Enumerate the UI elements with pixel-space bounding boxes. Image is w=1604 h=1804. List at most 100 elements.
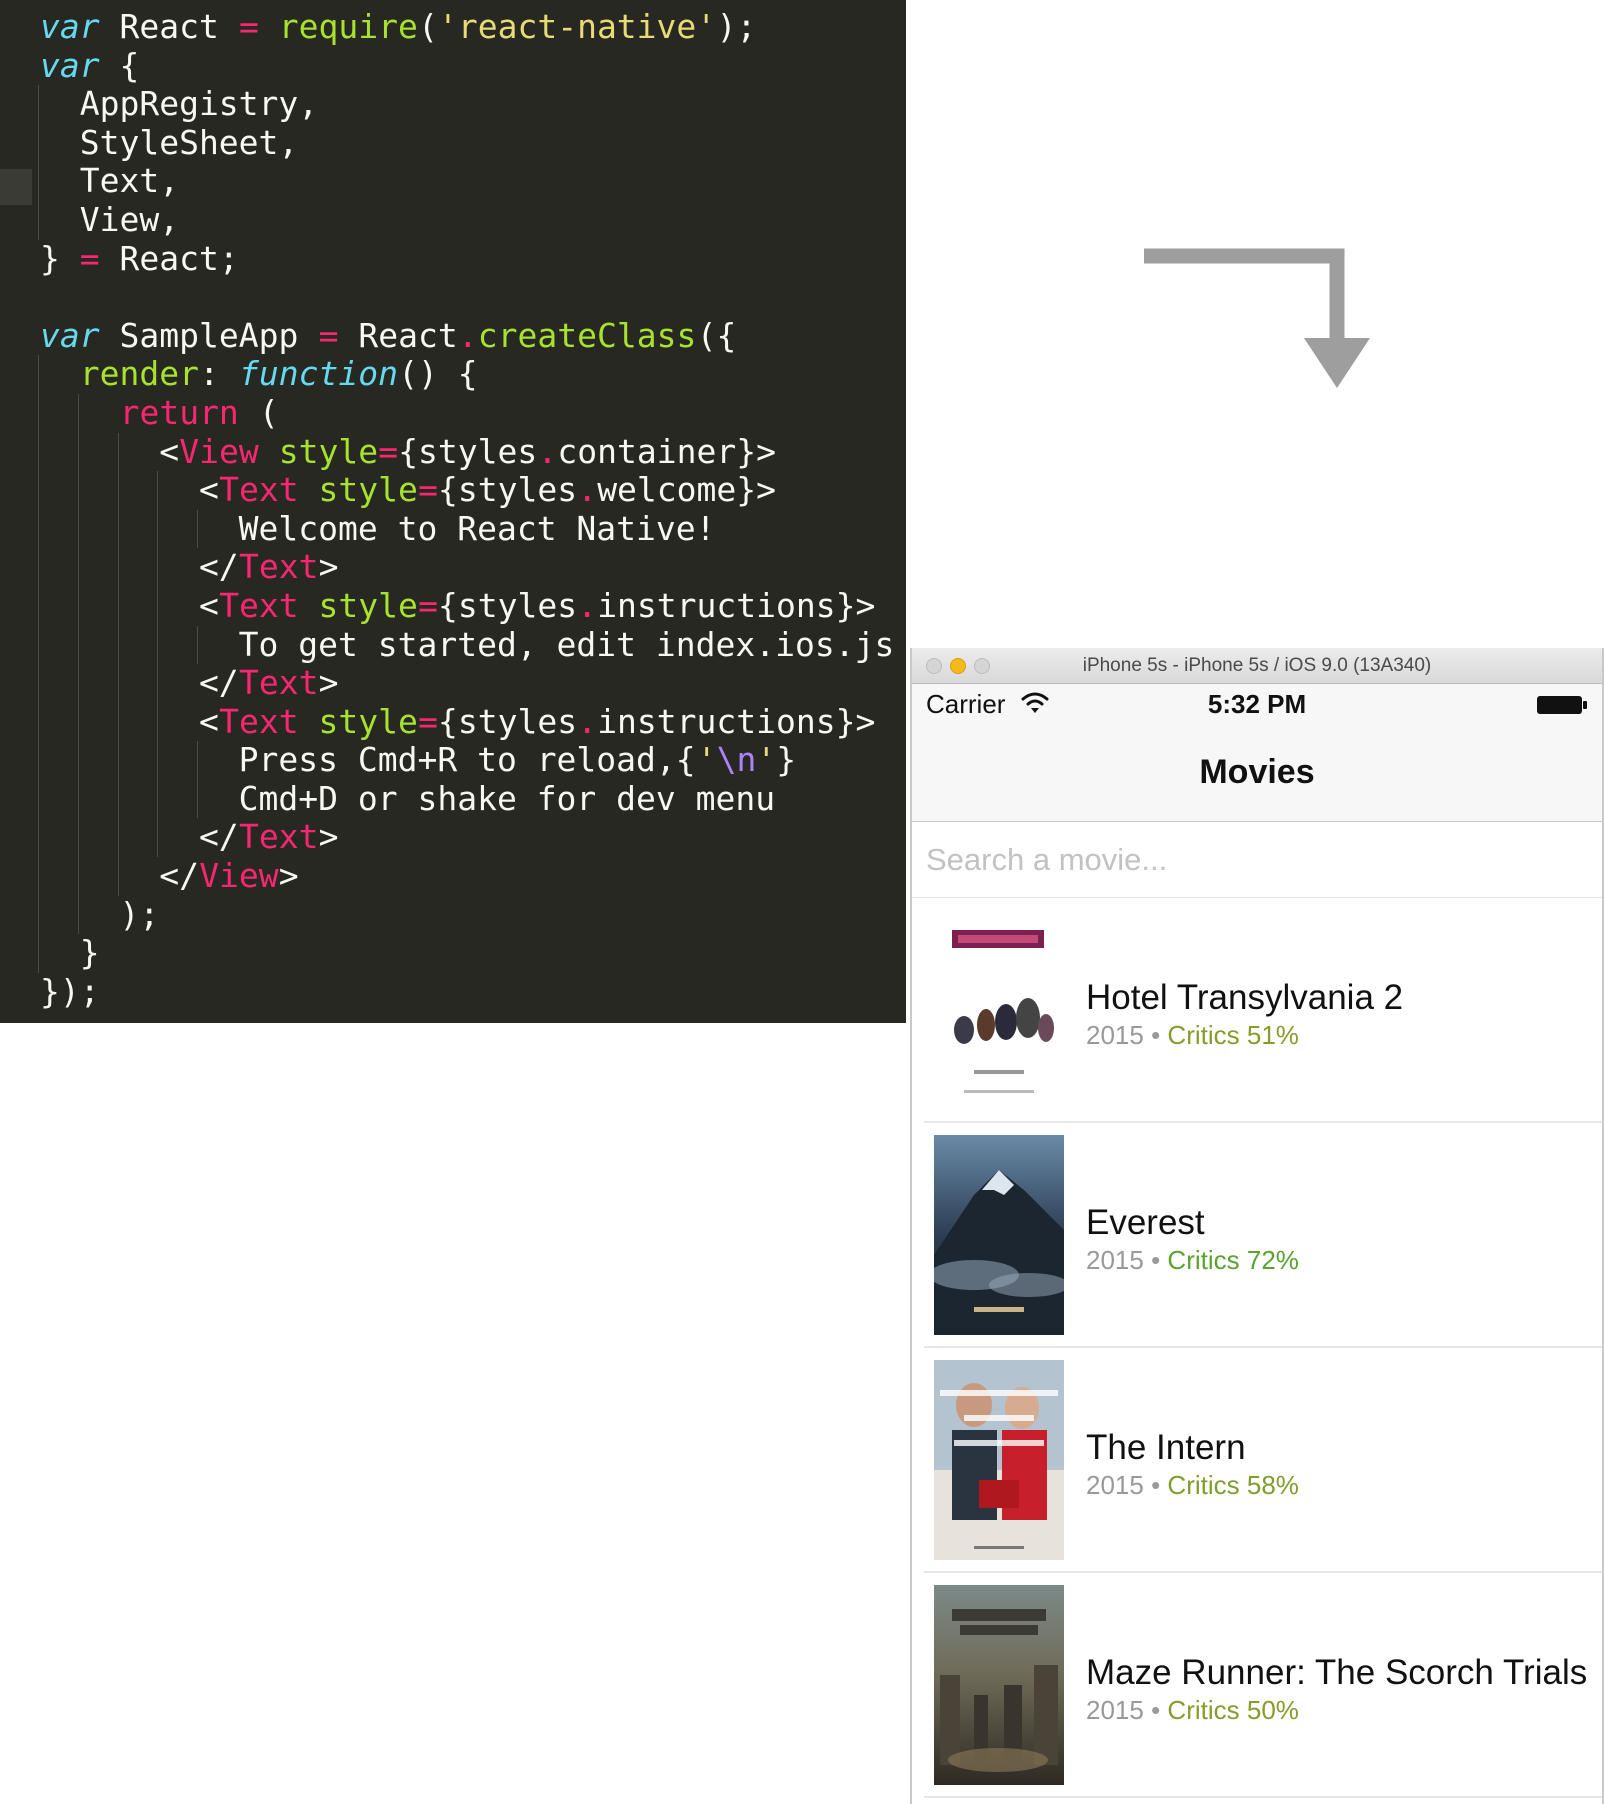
indent-guide <box>38 393 39 433</box>
indent-guide <box>38 432 39 472</box>
gutter-line-marker <box>0 169 32 205</box>
code-token: < <box>40 470 219 510</box>
code-token: . <box>577 470 598 510</box>
movie-row[interactable]: Maze Runner: The Scorch Trials 2015 • Cr… <box>924 1573 1602 1798</box>
critics-score: Critics 58% <box>1167 1470 1299 1500</box>
code-token: style <box>298 701 418 741</box>
code-token: ( <box>239 392 279 432</box>
code-token: To get started, edit index.ios.js <box>40 624 895 664</box>
code-token: var <box>40 315 100 355</box>
ios-simulator-window: iPhone 5s - iPhone 5s / iOS 9.0 (13A340)… <box>910 648 1604 1804</box>
code-token: = <box>79 238 100 278</box>
code-token: AppRegistry, <box>40 84 319 124</box>
code-token: ({ <box>696 315 737 355</box>
code-token: return <box>119 392 239 432</box>
code-token: createClass <box>477 315 697 355</box>
code-token: View <box>179 431 259 471</box>
code-token: {styles <box>438 701 578 741</box>
movie-meta: 2015 • Critics 72% <box>1086 1245 1299 1276</box>
indent-guide <box>38 85 39 124</box>
indent-guide <box>38 355 39 394</box>
code-token: Text <box>239 663 319 703</box>
code-token: > <box>318 663 339 703</box>
indent-guide <box>38 200 39 240</box>
code-token: require <box>258 7 418 46</box>
meta-separator: • <box>1151 1470 1161 1500</box>
code-token: var <box>40 45 100 85</box>
code-token: Text, <box>40 161 180 201</box>
indent-guide <box>38 779 39 819</box>
movie-year: 2015 <box>1086 1245 1144 1275</box>
code-token: ' <box>696 740 717 780</box>
code-token: 'react-native' <box>438 7 717 46</box>
code-token: = <box>418 470 438 510</box>
indent-guide <box>38 471 39 510</box>
code-token: Cmd+D or shake for dev menu <box>40 778 776 818</box>
meta-separator: • <box>1151 1245 1161 1275</box>
critics-score: Critics 72% <box>1167 1245 1299 1275</box>
code-token: Text <box>239 817 319 857</box>
code-editor[interactable]: var React = require('react-native'); var … <box>0 0 906 1023</box>
simulator-title: iPhone 5s - iPhone 5s / iOS 9.0 (13A340) <box>1082 655 1432 676</box>
code-token: </ <box>40 547 239 587</box>
code-token: . <box>577 701 598 741</box>
indent-guide <box>38 509 39 549</box>
code-token: React <box>99 7 239 46</box>
code-token: ); <box>40 894 160 934</box>
indent-guide <box>38 857 39 896</box>
search-input[interactable] <box>926 834 1566 886</box>
code-token: > <box>318 547 339 587</box>
code-token: } <box>40 238 80 278</box>
code-token: > <box>278 856 299 896</box>
search-bar <box>912 822 1602 898</box>
code-token: function <box>239 354 398 394</box>
code-token: ' <box>756 740 777 780</box>
code-token: Text <box>239 547 319 587</box>
code-token: React; <box>99 238 239 278</box>
nav-title: Movies <box>1199 753 1315 791</box>
code-token: style <box>298 585 418 625</box>
movie-row[interactable]: The Intern 2015 • Critics 58% <box>924 1348 1602 1573</box>
meta-separator: • <box>1151 1020 1161 1050</box>
indent-guide <box>38 664 39 703</box>
code-token: }); <box>40 971 100 1011</box>
meta-separator: • <box>1151 1695 1161 1725</box>
code-token: { <box>99 45 140 85</box>
down-turn-arrow-icon <box>1144 248 1370 388</box>
movie-row[interactable]: Hotel Transylvania 2 2015 • Critics 51% <box>924 898 1602 1123</box>
movie-meta: 2015 • Critics 51% <box>1086 1020 1299 1051</box>
code-token: = <box>239 7 259 46</box>
status-time: 5:32 PM <box>1207 689 1307 719</box>
movie-meta: 2015 • Critics 58% <box>1086 1470 1299 1501</box>
code-token: () { <box>398 354 478 394</box>
indent-guide <box>38 162 39 201</box>
code-token: SampleApp <box>99 315 319 355</box>
movie-title: Hotel Transylvania 2 <box>1086 978 1404 1017</box>
code-token: Welcome to React Native! <box>40 508 716 548</box>
indent-guide <box>38 548 39 587</box>
movie-year: 2015 <box>1086 1470 1144 1500</box>
movie-poster <box>934 1585 1064 1785</box>
code-token: Press Cmd+R to reload,{ <box>40 740 696 780</box>
critics-score: Critics 51% <box>1167 1020 1299 1050</box>
code-token: StyleSheet, <box>40 122 299 162</box>
code-token: . <box>577 585 598 625</box>
code-token: > <box>318 817 339 857</box>
ios-status-bar: Carrier 5:32 PM <box>912 684 1602 724</box>
code-token: = <box>418 701 438 741</box>
navigation-bar: Movies <box>912 724 1602 822</box>
code-token: View, <box>40 199 180 239</box>
movie-poster <box>934 910 1064 1110</box>
movie-row[interactable]: Everest 2015 • Critics 72% <box>924 1123 1602 1348</box>
code-token: \n <box>716 740 757 780</box>
code-token: Text <box>219 585 299 625</box>
code-token: var <box>40 7 100 46</box>
code-token: render <box>79 354 200 394</box>
code-token: container}> <box>557 431 776 471</box>
code-token: {styles <box>438 470 578 510</box>
code-token: = <box>318 315 339 355</box>
code-token: {styles <box>438 585 578 625</box>
code-token: welcome}> <box>597 470 776 510</box>
